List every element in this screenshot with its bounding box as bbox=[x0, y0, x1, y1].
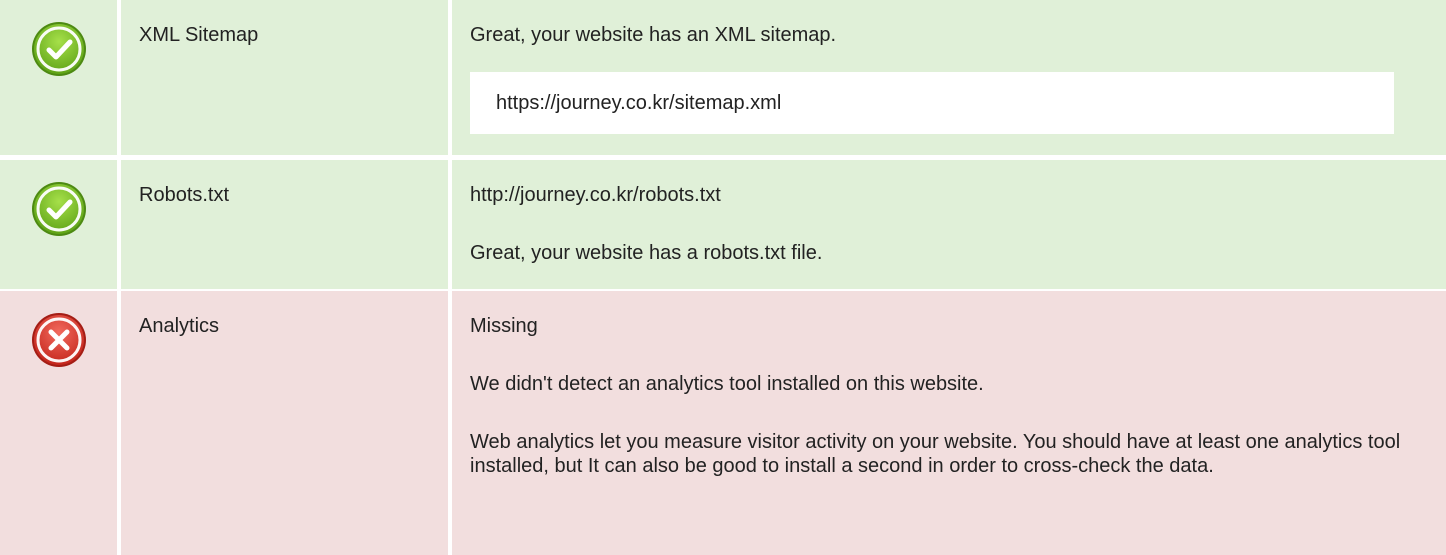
status-cell bbox=[0, 0, 117, 155]
check-name: Robots.txt bbox=[121, 160, 448, 289]
status-cell bbox=[0, 160, 117, 289]
report-row-xml-sitemap: XML Sitemap Great, your website has an X… bbox=[0, 0, 1446, 155]
sitemap-url-box: https://journey.co.kr/sitemap.xml bbox=[470, 72, 1394, 134]
report-row-analytics: Analytics Missing We didn't detect an an… bbox=[0, 291, 1446, 555]
error-circle-icon bbox=[31, 313, 86, 367]
check-content: http://journey.co.kr/robots.txt Great, y… bbox=[452, 160, 1446, 289]
check-content: Missing We didn't detect an analytics to… bbox=[452, 291, 1446, 555]
check-message: Great, your website has an XML sitemap. bbox=[470, 24, 837, 46]
report-row-robots-txt: Robots.txt http://journey.co.kr/robots.t… bbox=[0, 160, 1446, 289]
status-cell bbox=[0, 291, 117, 555]
check-message: We didn't detect an analytics tool insta… bbox=[470, 373, 984, 395]
check-circle-icon bbox=[31, 182, 86, 236]
check-message: Great, your website has a robots.txt fil… bbox=[470, 242, 823, 264]
check-name: XML Sitemap bbox=[121, 0, 448, 155]
robots-url: http://journey.co.kr/robots.txt bbox=[470, 184, 721, 206]
analytics-value: Missing bbox=[470, 315, 538, 337]
check-circle-icon bbox=[31, 22, 86, 76]
seo-report-table: XML Sitemap Great, your website has an X… bbox=[0, 0, 1446, 555]
check-description: Web analytics let you measure visitor ac… bbox=[470, 431, 1401, 477]
check-name: Analytics bbox=[121, 291, 448, 555]
check-content: Great, your website has an XML sitemap. … bbox=[452, 0, 1446, 155]
